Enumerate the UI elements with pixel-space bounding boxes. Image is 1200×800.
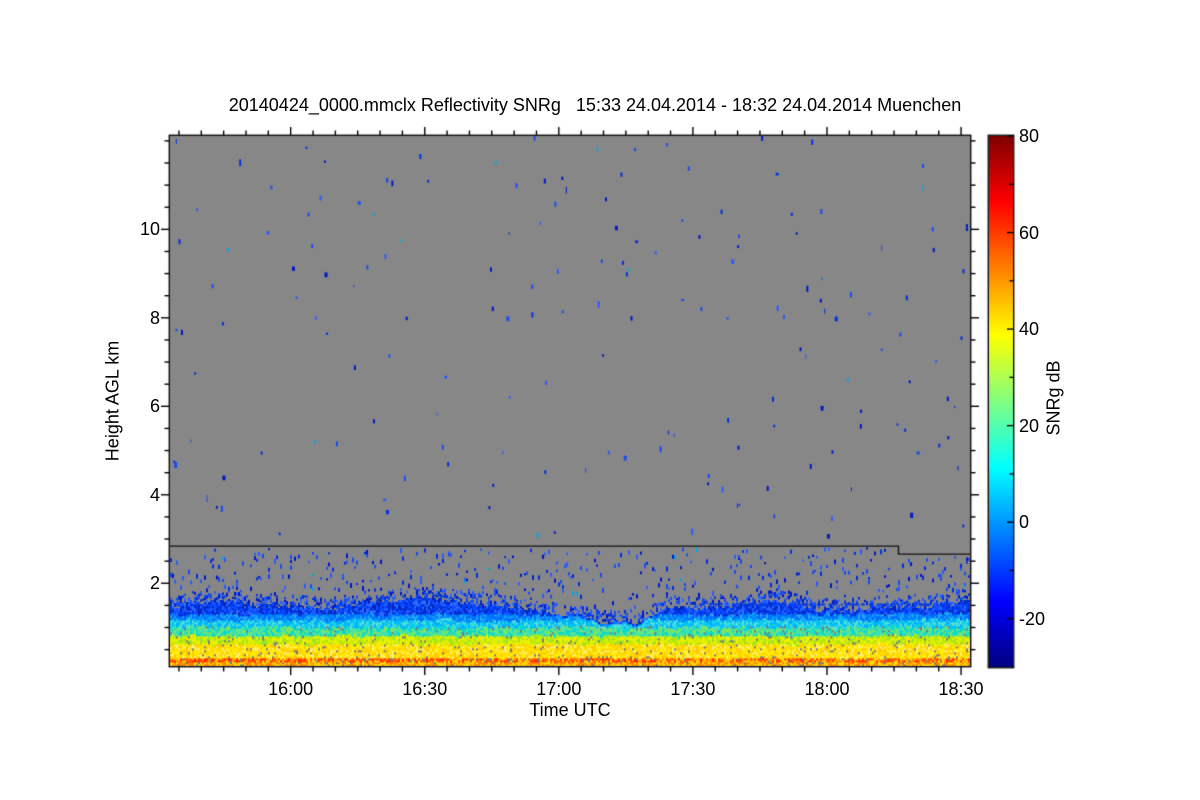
x-tick-label: 17:00 <box>536 679 582 699</box>
colorbar-label: SNRg dB <box>1043 360 1064 436</box>
chart-title: 20140424_0000.mmclx Reflectivity SNRg 15… <box>228 95 962 115</box>
x-tick-label: 16:30 <box>402 679 448 699</box>
y-tick-label: 6 <box>149 396 160 417</box>
y-tick-label: 2 <box>149 573 160 594</box>
radar-reflectivity-figure: 20140424_0000.mmclx Reflectivity SNRg 15… <box>0 0 1200 800</box>
x-tick-label: 16:00 <box>268 679 314 699</box>
colorbar-tick-label: 60 <box>1019 222 1040 243</box>
x-tick-label: 17:30 <box>670 679 716 699</box>
colorbar-tick-label: 0 <box>1019 512 1030 533</box>
x-axis-label: Time UTC <box>529 700 611 720</box>
colorbar-tick-label: 20 <box>1019 415 1040 436</box>
x-tick-label: 18:00 <box>804 679 850 699</box>
y-tick-label: 8 <box>149 307 160 328</box>
colorbar-gradient <box>989 136 1013 667</box>
colorbar-tick-label: 80 <box>1019 126 1040 146</box>
colorbar-tick-label: 40 <box>1019 319 1040 340</box>
x-tick-label: 18:30 <box>938 679 984 699</box>
colorbar-tick-label: -20 <box>1019 608 1046 629</box>
y-tick-label: 10 <box>139 219 160 240</box>
y-tick-label: 4 <box>149 484 160 505</box>
heatmap-plot-area <box>170 136 970 666</box>
